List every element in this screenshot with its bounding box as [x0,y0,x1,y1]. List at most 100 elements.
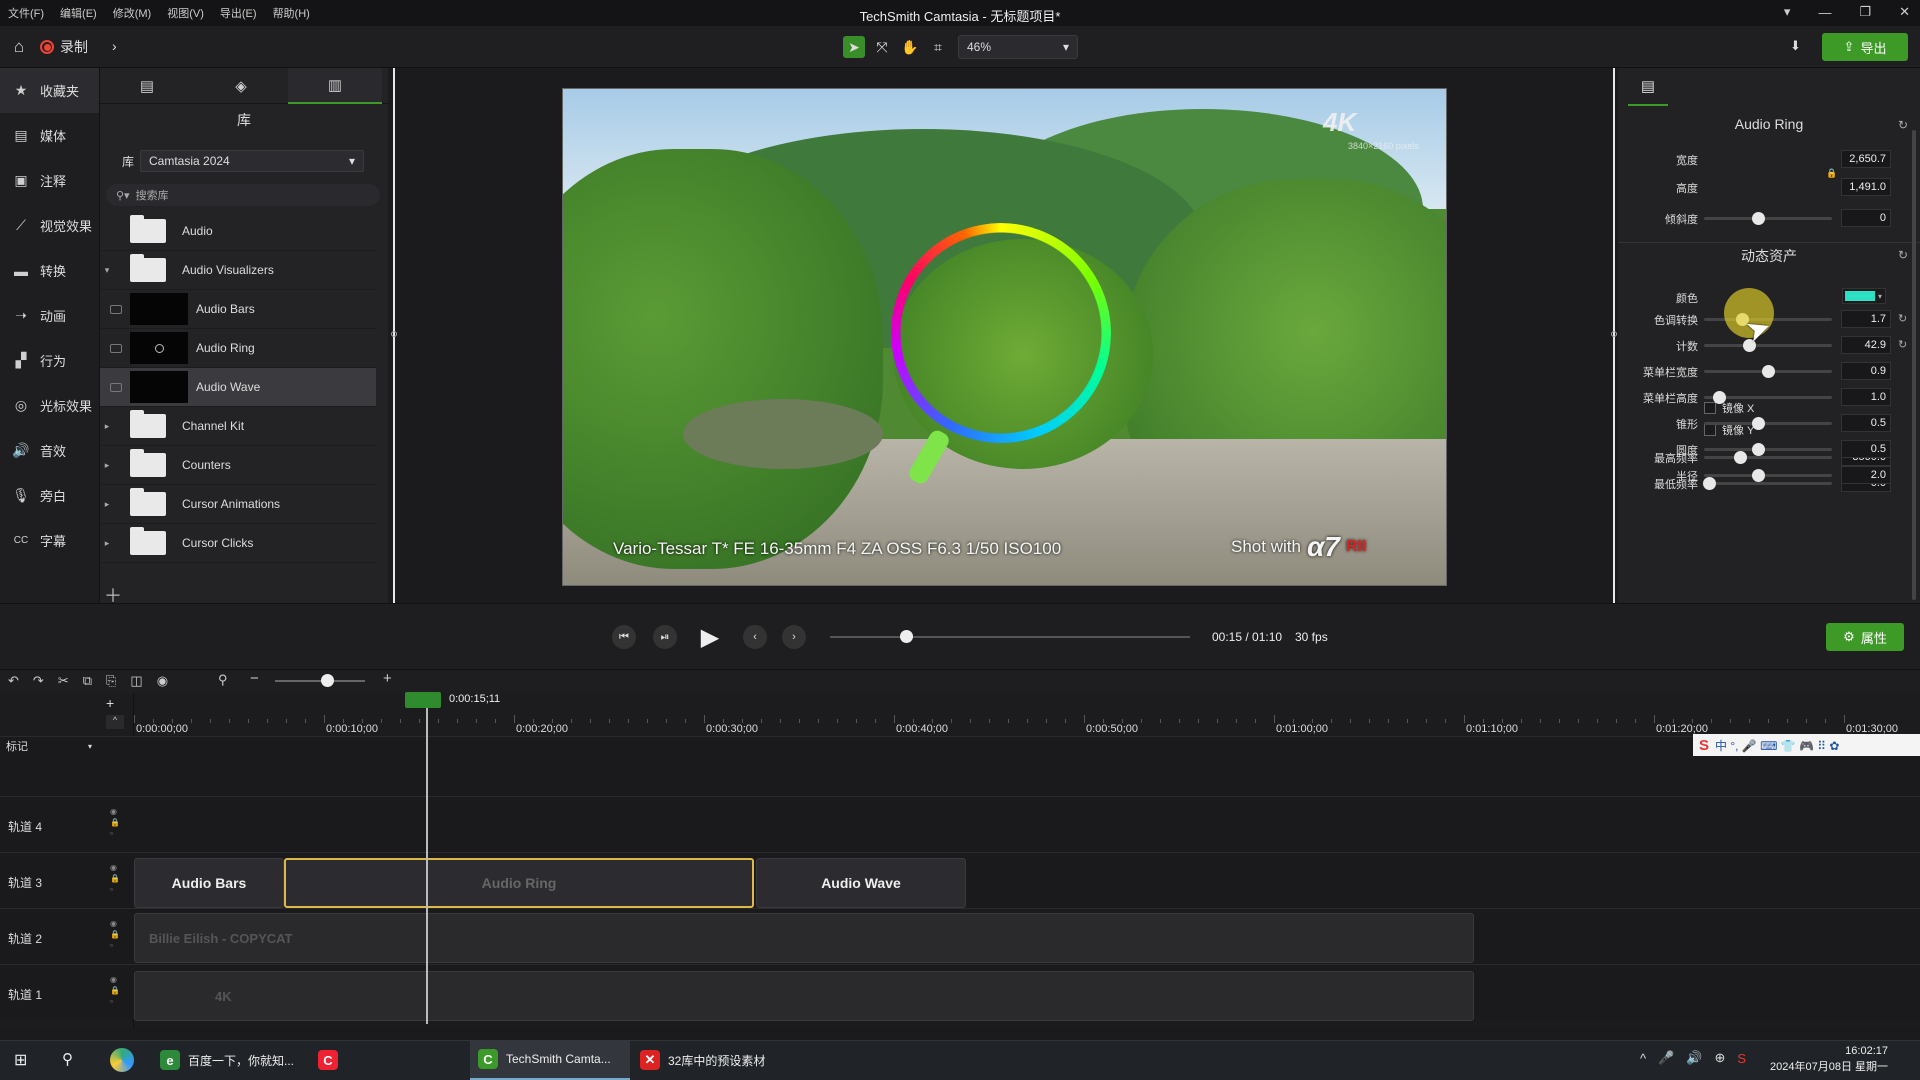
property-input[interactable]: 2.0 [1841,466,1891,484]
paste-icon[interactable]: ⎘ [106,673,116,689]
library-item[interactable]: ▸ Cursor Clicks [100,524,376,563]
track-controls-icon[interactable]: ◉ 🔒 ▫ [110,918,120,951]
tab-library[interactable]: ▥ [288,67,382,104]
property-slider[interactable] [1704,365,1832,378]
home-icon[interactable]: ⌂ [8,36,30,58]
property-slider[interactable] [1704,417,1832,430]
clip-audio-wave[interactable]: Audio Wave [756,858,966,908]
zoom-in-icon[interactable]: + [383,670,392,687]
taskbar-clock[interactable]: 16:02:17 2024年07月08日 星期一 [1770,1043,1888,1075]
close-icon[interactable]: ✕ [1899,4,1910,20]
microphone-icon[interactable]: 🎤 [1658,1050,1674,1066]
slider-knob[interactable] [1762,365,1775,378]
library-item[interactable]: ▸ Cursor Animations [100,485,376,524]
redo-icon[interactable]: ↷ [33,673,44,689]
download-icon[interactable]: ⬇ [1790,38,1801,54]
windows-start-icon[interactable]: ⊞ [14,1050,27,1070]
network-icon[interactable]: ⊕ [1714,1050,1725,1066]
play-icon[interactable]: ▶ [692,621,728,653]
resize-handle-right[interactable] [1611,331,1617,337]
move-tool-icon[interactable]: ⤧ [871,36,893,58]
property-slider[interactable] [1704,391,1832,404]
clip-audio-bars[interactable]: Audio Bars [134,858,284,908]
zoom-select[interactable]: 46% ▾ [958,35,1078,59]
pan-tool-icon[interactable]: ✋ [899,36,921,58]
add-track-icon[interactable]: + [106,695,114,711]
chevron-up-icon[interactable]: ^ [1640,1051,1646,1066]
property-input[interactable]: 0.9 [1841,362,1891,380]
snapshot-icon[interactable]: ◉ [157,673,168,689]
rewind-icon[interactable]: ⏮ [612,625,636,649]
taskbar-app-camtasia-recorder[interactable]: C [310,1040,354,1080]
nav-item-4[interactable]: ▬ 转换 [0,248,99,293]
library-item[interactable]: Audio Bars [100,290,376,329]
crop-tool-icon[interactable]: ⌗ [927,36,949,58]
tilt-slider[interactable] [1704,212,1832,225]
cut-icon[interactable]: ✂ [58,673,69,689]
library-search[interactable]: ⚲▾ 搜索库 [106,184,380,206]
copy-icon[interactable]: ⧉ [83,673,92,689]
color-picker[interactable]: ▾ [1842,288,1886,304]
chevron-right-icon[interactable]: ▸ [100,538,114,549]
properties-button[interactable]: ⚙ 属性 [1826,623,1904,651]
clip-music[interactable]: Billie Eilish - COPYCAT [134,913,1474,963]
nav-item-5[interactable]: ➝ 动画 [0,293,99,338]
nav-item-3[interactable]: ⟋ 视觉效果 [0,203,99,248]
scrubber-knob[interactable] [899,630,913,643]
previous-icon[interactable]: ‹ [743,625,767,649]
chevron-down-icon[interactable]: ▾ [100,265,114,276]
next-icon[interactable]: › [782,625,806,649]
nav-item-2[interactable]: ▣ 注释 [0,158,99,203]
chevron-right-icon[interactable]: › [112,38,117,54]
slider-knob[interactable] [1713,391,1727,404]
library-item[interactable]: ▸ Channel Kit [100,407,376,446]
track-controls-icon[interactable]: ◉ 🔒 ▫ [110,974,120,1007]
library-item[interactable]: ▸ Counters [100,446,376,485]
volume-icon[interactable]: 🔊 [1686,1050,1702,1066]
zoom-icon[interactable]: ⚲ [218,672,228,688]
nav-item-8[interactable]: 🔊 音效 [0,428,99,473]
library-item[interactable]: Audio Wave [100,368,376,407]
playhead[interactable] [426,694,428,1024]
select-tool-icon[interactable]: ➤ [843,36,865,58]
slider-knob[interactable] [1751,417,1765,430]
playhead-handle[interactable] [405,692,441,708]
clip-audio-ring[interactable]: Audio Ring [284,858,754,908]
taskbar-app-camtasia[interactable]: C TechSmith Camta... [470,1040,630,1080]
chevron-down-icon[interactable]: ▾ [88,742,92,751]
nav-item-10[interactable]: CC 字幕 [0,518,99,563]
track-controls-icon[interactable]: ◉ 🔒 ▫ [110,806,120,839]
nav-item-6[interactable]: ▞ 行为 [0,338,99,383]
property-input[interactable]: 1.7 [1841,310,1891,328]
property-input[interactable]: 0.5 [1841,440,1891,458]
reset-icon[interactable]: ↻ [1898,118,1908,132]
restore-icon[interactable]: ❐ [1859,4,1871,20]
nav-item-7[interactable]: ◎ 光标效果 [0,383,99,428]
tab-media-bin[interactable]: ▤ [100,68,194,104]
timeline-zoom-slider[interactable] [275,680,365,682]
resize-handle-left[interactable] [391,331,397,337]
tilt-input[interactable]: 0 [1841,209,1891,227]
record-button[interactable]: 录制 [40,34,88,60]
taskbar-app-baidu[interactable]: e 百度一下，你就知... [152,1040,302,1080]
property-input[interactable]: 42.9 [1841,336,1891,354]
nav-item-0[interactable]: ★ 收藏夹 [0,68,99,113]
reset-icon[interactable]: ↻ [1898,248,1908,262]
taskbar-app-library[interactable]: ✕ 32库中的预设素材 [632,1040,782,1080]
chevron-right-icon[interactable]: ▸ [100,499,114,510]
slider-knob[interactable] [1751,443,1765,456]
property-slider[interactable] [1704,443,1832,456]
ime-toolbar[interactable]: S 中 °, 🎤 ⌨ 👕 🎮 ⠿ ✿ [1693,734,1920,756]
nav-item-9[interactable]: 🎙 旁白 [0,473,99,518]
property-input[interactable]: 0.5 [1841,414,1891,432]
library-item[interactable]: Audio [100,212,376,251]
properties-tab[interactable]: ▤ [1628,68,1668,106]
step-forward-icon[interactable]: ⏯ [653,625,677,649]
ime-icon[interactable]: S [1737,1051,1746,1066]
undo-icon[interactable]: ↶ [8,673,19,689]
search-icon[interactable]: ⚲ [62,1050,73,1068]
minimize-icon[interactable]: — [1818,5,1831,20]
dropdown-icon[interactable]: ▾ [1784,4,1791,20]
slider-knob[interactable] [1751,212,1765,225]
tab-assets[interactable]: ◈ [194,68,288,104]
